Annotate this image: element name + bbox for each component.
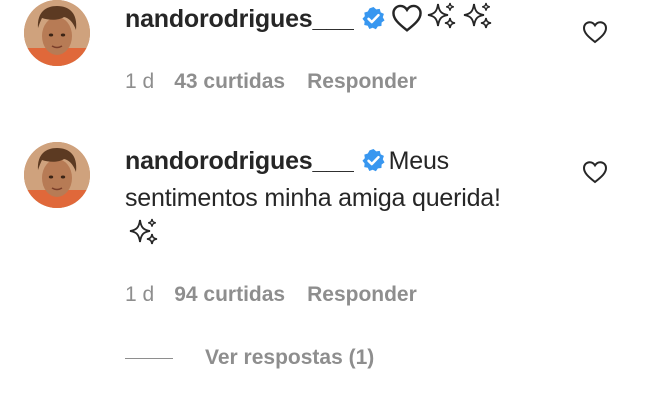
view-replies-button[interactable]: Ver respostas (1) [125, 346, 374, 370]
verified-badge-icon [361, 147, 386, 172]
comment-emoji [125, 221, 161, 249]
white-heart-icon [391, 3, 423, 33]
comment-text: nandorodrigues___ Meus sentimentos minha … [125, 143, 505, 254]
verified-badge-icon [361, 5, 386, 30]
like-comment-heart-icon[interactable] [582, 160, 608, 184]
replies-divider-line [125, 357, 173, 359]
likes-count[interactable]: 43 curtidas [174, 70, 285, 93]
like-comment-heart-icon[interactable] [582, 20, 608, 44]
username[interactable]: nandorodrigues___ [125, 5, 354, 33]
reply-button[interactable]: Responder [307, 283, 417, 306]
sparkles-icon [425, 1, 459, 33]
comment-meta: 1 d 43 curtidas Responder [125, 70, 439, 94]
sparkles-icon [461, 1, 495, 33]
avatar[interactable] [24, 0, 90, 66]
comment-meta: 1 d 94 curtidas Responder [125, 283, 439, 307]
reply-button[interactable]: Responder [307, 70, 417, 93]
comment-text: nandorodrigues___ [125, 1, 505, 38]
comment-emoji [389, 5, 495, 33]
sparkles-icon [127, 217, 161, 249]
comment-time[interactable]: 1 d [125, 283, 154, 306]
comment-time[interactable]: 1 d [125, 70, 154, 93]
view-replies-label: Ver respostas (1) [205, 346, 375, 369]
avatar[interactable] [24, 142, 90, 208]
likes-count[interactable]: 94 curtidas [174, 283, 285, 306]
username[interactable]: nandorodrigues___ [125, 147, 354, 175]
